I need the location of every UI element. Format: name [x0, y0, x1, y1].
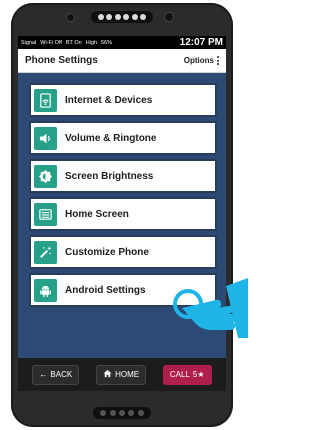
- menu-item-volume-ringtone[interactable]: Volume & Ringtone: [29, 121, 217, 155]
- signal-indicator: Signal: [21, 39, 37, 46]
- touch-hand-icon: [173, 278, 248, 338]
- options-button[interactable]: Options: [184, 56, 219, 65]
- android-icon: [34, 278, 57, 302]
- wifi-indicator: Wi-Fi Off: [40, 39, 62, 46]
- home-screen-icon: [34, 202, 57, 226]
- app-header: Phone Settings Options: [18, 49, 226, 73]
- menu-item-customize-phone[interactable]: Customize Phone: [29, 235, 217, 269]
- bluetooth-indicator: BT On: [65, 39, 82, 46]
- status-time: 12:07 PM: [179, 37, 223, 48]
- menu-item-label: Home Screen: [65, 208, 129, 220]
- menu-item-label: Volume & Ringtone: [65, 132, 157, 144]
- options-label: Options: [183, 56, 214, 65]
- battery-indicator: 56%: [101, 39, 113, 46]
- menu-item-home-screen[interactable]: Home Screen: [29, 197, 217, 231]
- magic-wand-icon: [34, 240, 57, 264]
- call-button[interactable]: CALL 5★: [162, 364, 212, 385]
- page-title: Phone Settings: [25, 55, 98, 66]
- menu-item-label: Android Settings: [65, 284, 146, 296]
- menu-item-label: Screen Brightness: [65, 170, 154, 182]
- wifi-icon: [34, 88, 57, 112]
- front-camera-icon: [165, 13, 173, 21]
- menu-item-screen-brightness[interactable]: Screen Brightness: [29, 159, 217, 193]
- earpiece-speaker: [91, 11, 153, 23]
- brightness-icon: [34, 164, 57, 188]
- speaker-icon: [34, 126, 57, 150]
- back-label: BACK: [50, 370, 73, 379]
- volume-indicator: High: [85, 39, 97, 46]
- call-label: CALL: [169, 370, 190, 379]
- settings-menu-list: Internet & Devices Volume & Ringtone Scr…: [29, 83, 217, 311]
- bottom-speaker-grille: [93, 407, 151, 419]
- menu-item-internet-devices[interactable]: Internet & Devices: [29, 83, 217, 117]
- kebab-menu-icon: [217, 56, 219, 65]
- home-label: HOME: [115, 370, 140, 379]
- menu-item-label: Customize Phone: [65, 246, 149, 258]
- status-bar: Signal Wi-Fi Off BT On High 56% 12:07 PM: [18, 36, 226, 49]
- sensor-icon: [67, 14, 74, 21]
- menu-item-label: Internet & Devices: [65, 94, 153, 106]
- call-badge: 5★: [192, 370, 205, 379]
- back-button[interactable]: ← BACK: [32, 364, 80, 385]
- arrow-left-icon: ←: [39, 370, 48, 379]
- home-button[interactable]: HOME: [96, 364, 147, 385]
- home-icon: [103, 369, 112, 380]
- bottom-navigation-bar: ← BACK HOME CALL 5★: [18, 358, 226, 391]
